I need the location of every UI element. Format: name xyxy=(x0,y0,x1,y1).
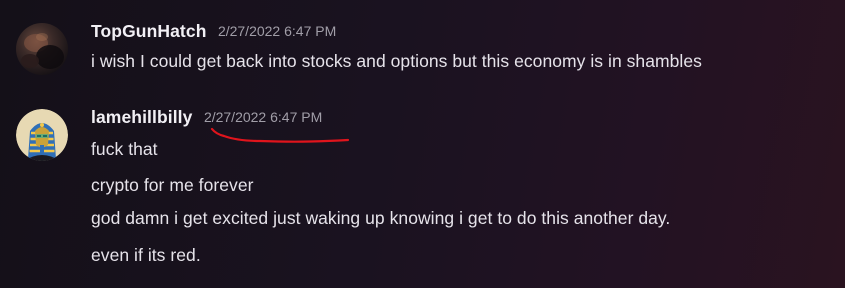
username[interactable]: TopGunHatch xyxy=(91,21,206,41)
message-text: i wish I could get back into stocks and … xyxy=(91,51,702,71)
user-avatar-lamehillbilly[interactable] xyxy=(16,109,68,161)
message-text: fuck that xyxy=(91,139,158,159)
chat-messages: TopGunHatch 2/27/2022 6:47 PM i wish I c… xyxy=(0,0,845,288)
message-header: TopGunHatch 2/27/2022 6:47 PM xyxy=(91,21,336,42)
message-text: god damn i get excited just waking up kn… xyxy=(91,208,671,228)
avatar-photo-icon xyxy=(16,23,68,75)
message-header: lamehillbilly 2/27/2022 6:47 PM xyxy=(91,107,322,128)
user-avatar-topgunhatch[interactable] xyxy=(16,23,68,75)
message-text: crypto for me forever xyxy=(91,175,254,195)
message-text: even if its red. xyxy=(91,245,201,265)
pharaoh-avatar-icon xyxy=(16,109,68,161)
username[interactable]: lamehillbilly xyxy=(91,107,192,127)
timestamp[interactable]: 2/27/2022 6:47 PM xyxy=(204,109,322,125)
red-underline-annotation xyxy=(210,127,350,143)
timestamp[interactable]: 2/27/2022 6:47 PM xyxy=(218,23,336,39)
